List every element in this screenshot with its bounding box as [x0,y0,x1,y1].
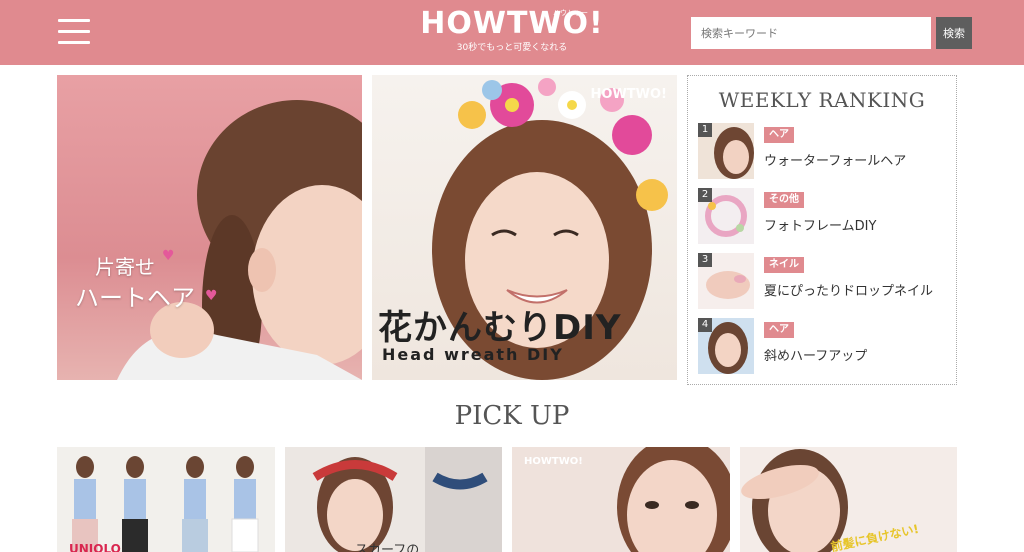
pickup-caption: スカーフの [355,543,420,552]
pickup-article[interactable]: HOWTWO! [512,447,730,552]
hero-logo: HOWTWO! [590,87,667,102]
category-badge: ネイル [764,257,804,273]
hero-subtitle: Head wreath DIY [382,345,564,364]
ranking-item[interactable]: 3 ネイル 夏にぴったりドロップネイル [698,253,953,309]
svg-text:♥: ♥ [162,248,175,264]
hero-article-heart-hair[interactable]: ♥ ♥ 片寄せ ハートヘア [57,75,362,380]
ranking-item-title[interactable]: フォトフレームDIY [764,215,876,234]
ranking-item[interactable]: 2 その他 フォトフレームDIY [698,188,953,244]
ranking-title: WEEKLY RANKING [718,88,926,112]
ranking-item-title[interactable]: ウォーターフォールヘア [764,150,906,169]
pickup-heading: PICK UP [454,401,570,431]
search-button[interactable]: 検索 [936,17,972,49]
ranking-number: 3 [698,253,712,267]
ranking-number: 4 [698,318,712,332]
ranking-number: 1 [698,123,712,137]
pickup-image [72,456,259,552]
ranking-item-title[interactable]: 斜めハーフアップ [764,345,867,364]
menu-icon[interactable] [58,17,90,47]
ranking-number: 2 [698,188,712,202]
hero-image-heart-hair: ♥ ♥ [117,100,362,380]
search-input[interactable] [691,17,931,49]
pickup-caption: UNIQLO [69,542,121,552]
logo-kana: ハウトゥー [553,9,588,17]
pickup-logo: HOWTWO! [524,456,583,467]
hero-caption-line1: 片寄せ [95,255,155,279]
pickup-image [312,447,502,552]
pickup-article[interactable]: 前髪に負けない! [740,447,957,552]
hero-article-flower-crown[interactable]: HOWTWO! 花かんむりDIY Head wreath DIY [372,75,677,380]
ranking-item[interactable]: 4 ヘア 斜めハーフアップ [698,318,953,374]
svg-text:♥: ♥ [205,288,218,304]
site-logo[interactable]: HOWTWO! ハウトゥー 30秒でもっと可愛くなれる [412,6,612,62]
logo-tagline: 30秒でもっと可愛くなれる [456,43,568,53]
hero-title: 花かんむりDIY [378,308,622,348]
weekly-ranking: WEEKLY RANKING 1 ヘア ウォーターフォールヘア 2 その他 フォ… [687,75,957,385]
hero-caption-line2: ハートヘア [75,284,195,312]
site-header: HOWTWO! ハウトゥー 30秒でもっと可愛くなれる 検索 [0,0,1024,65]
category-badge: ヘア [764,127,794,143]
category-badge: ヘア [764,322,794,338]
category-badge: その他 [764,192,804,208]
pickup-article[interactable]: スカーフの [285,447,502,552]
ranking-item[interactable]: 1 ヘア ウォーターフォールヘア [698,123,953,179]
pickup-article[interactable]: UNIQLO [57,447,275,552]
ranking-item-title[interactable]: 夏にぴったりドロップネイル [764,280,933,299]
